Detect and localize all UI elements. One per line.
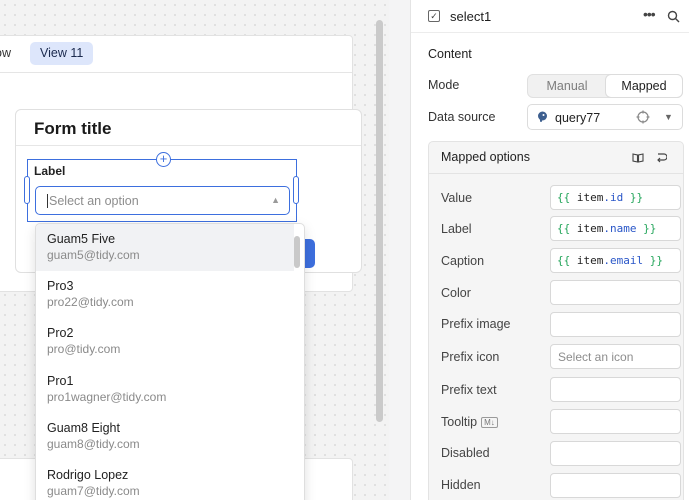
editor-canvas: ow View 11 Form title + Label Select an … [0,0,389,500]
dropdown-option[interactable]: Rodrigo Lopez guam7@tidy.com [36,460,294,500]
tooltip-label: Tooltip M↓ [441,415,498,429]
select-field-label: Label [34,164,66,178]
option-name: Guam8 Eight [47,421,120,435]
add-component-icon[interactable]: + [156,152,171,167]
caption-code: {{ item.email }} [557,254,663,267]
option-email: pro1wagner@tidy.com [47,390,167,404]
tab-previous[interactable]: ow [0,42,11,65]
mode-option-manual[interactable]: Manual [528,75,606,97]
resize-handle-left[interactable] [24,176,30,204]
prefix-icon-select[interactable]: Select an icon [550,344,681,369]
dropdown-option[interactable]: Pro3 pro22@tidy.com [36,271,294,318]
option-email: pro22@tidy.com [47,295,134,309]
prefix-icon-placeholder: Select an icon [558,350,634,364]
postgres-icon [538,111,547,122]
prefix-icon-label: Prefix icon [441,350,500,364]
label-label: Label [441,222,472,236]
select-placeholder: Select an option [47,194,139,208]
data-source-select[interactable]: query77 ▼ [527,104,683,130]
label-field[interactable]: {{ item.name }} [550,216,681,241]
mapped-options-header: Mapped options [429,142,683,174]
label-code: {{ item.name }} [557,222,657,235]
disabled-label: Disabled [441,446,490,460]
form-divider [16,145,361,146]
section-title: Content [428,47,472,61]
mode-option-mapped[interactable]: Mapped [605,74,683,98]
target-icon[interactable] [636,110,650,124]
data-source-label: Data source [428,110,496,124]
chevron-down-icon: ▼ [664,112,673,122]
hidden-field[interactable] [550,473,681,498]
book-icon[interactable] [632,153,644,163]
select-input[interactable]: Select an option ▲ [35,186,290,215]
value-code: {{ item.id }} [557,191,644,204]
canvas-scrollbar[interactable] [376,20,383,422]
dropdown-option[interactable]: Pro1 pro1wagner@tidy.com [36,366,294,413]
tab-view-11[interactable]: View 11 [30,42,94,65]
more-icon[interactable]: ••• [643,6,656,22]
chevron-up-icon: ▲ [271,195,280,205]
mode-toggle: Manual Mapped [527,74,683,98]
view-tabs-bar: ow View 11 [0,36,352,73]
hidden-label: Hidden [441,478,481,492]
inspector-header: ✓ select1 ••• [411,0,689,33]
dropdown-option[interactable]: Guam8 Eight guam8@tidy.com [36,413,294,460]
data-source-value: query77 [555,111,601,125]
reset-icon[interactable] [655,152,667,164]
option-email: pro@tidy.com [47,342,121,356]
dropdown-option[interactable]: Pro2 pro@tidy.com [36,318,294,365]
option-email: guam8@tidy.com [47,437,140,451]
option-name: Pro2 [47,326,74,340]
prefix-text-field[interactable] [550,377,681,402]
prefix-image-label: Prefix image [441,317,511,331]
markdown-icon: M↓ [481,417,498,428]
dropdown-option[interactable]: Guam5 Five guam5@tidy.com [36,224,294,271]
search-icon[interactable] [667,10,680,23]
option-email: guam7@tidy.com [47,484,140,498]
component-name[interactable]: select1 [450,9,491,24]
disabled-field[interactable] [550,441,681,466]
option-name: Guam5 Five [47,232,116,246]
value-field[interactable]: {{ item.id }} [550,185,681,210]
option-name: Rodrigo Lopez [47,468,129,482]
resize-handle-right[interactable] [293,176,299,204]
select-component-icon: ✓ [428,10,440,22]
prefix-text-label: Prefix text [441,383,497,397]
select-dropdown: Guam5 Five guam5@tidy.com Pro3 pro22@tid… [35,223,305,500]
dropdown-scrollbar[interactable] [294,236,300,268]
inspector-panel: ✓ select1 ••• Content Mode Manual Mapped… [410,0,689,500]
value-label: Value [441,191,473,205]
color-field[interactable] [550,280,681,305]
mapped-options-title: Mapped options [441,150,530,164]
prefix-image-field[interactable] [550,312,681,337]
form-title: Form title [34,119,112,138]
option-name: Pro3 [47,279,74,293]
option-email: guam5@tidy.com [47,248,140,262]
option-name: Pro1 [47,374,74,388]
color-label: Color [441,286,471,300]
caption-field[interactable]: {{ item.email }} [550,248,681,273]
tooltip-field[interactable] [550,409,681,434]
mapped-options-panel: Mapped options Value {{ item.id }} Label… [428,141,684,500]
mode-label: Mode [428,78,460,92]
caption-label: Caption [441,254,485,268]
